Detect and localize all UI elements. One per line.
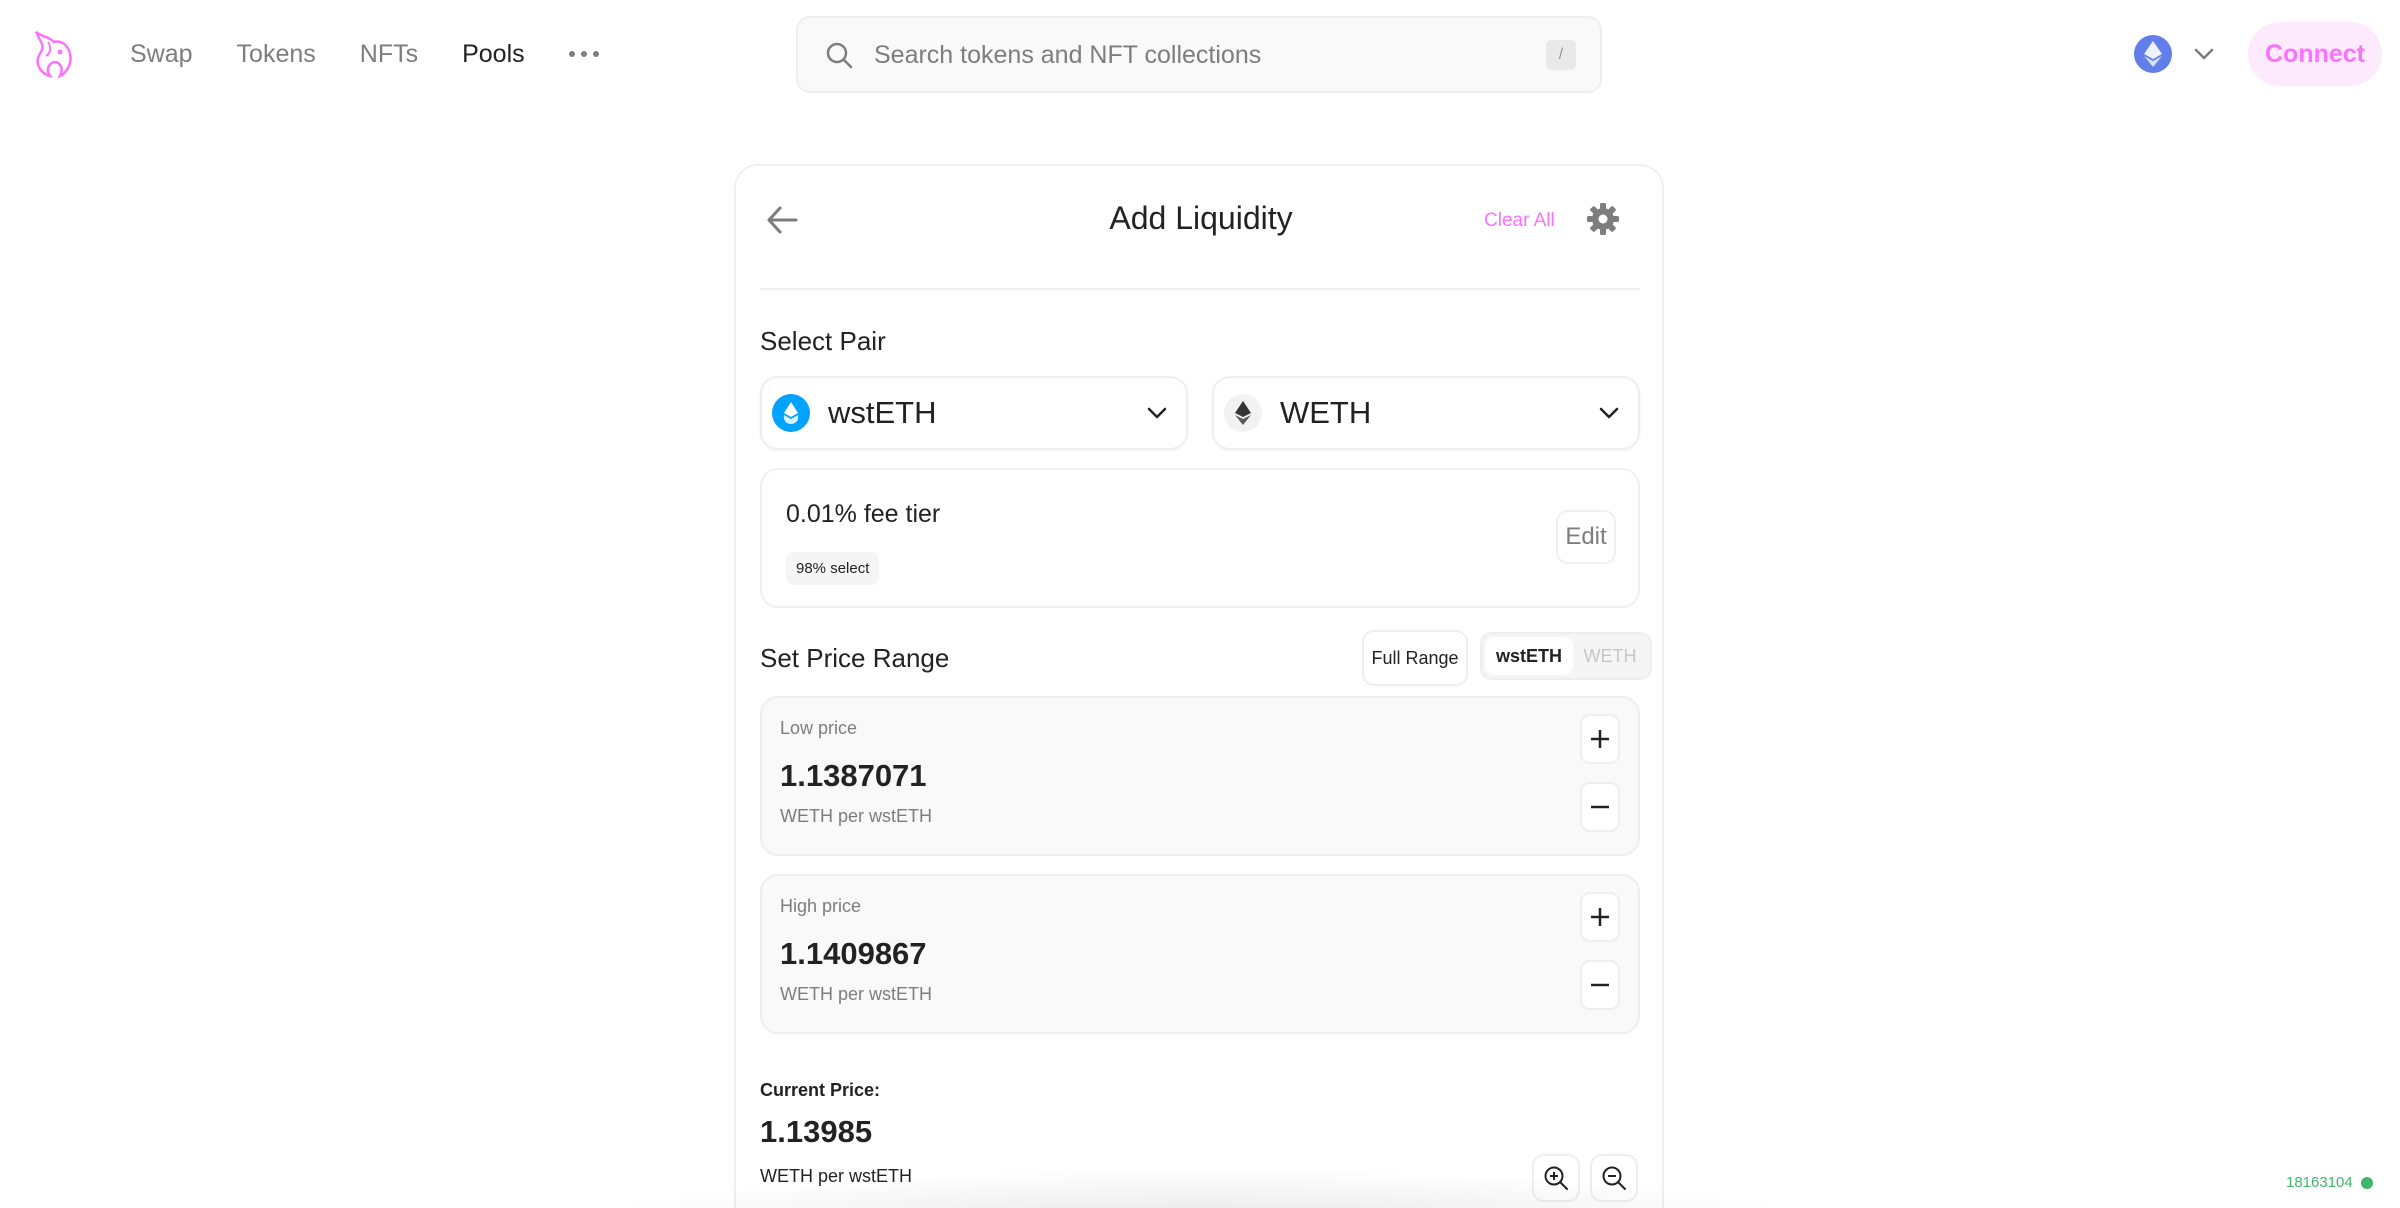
current-price-label: Current Price: — [760, 1080, 881, 1100]
select-pair-label: Select Pair — [760, 326, 886, 356]
nav-pools[interactable]: Pools — [462, 40, 525, 69]
nav-nfts[interactable]: NFTs — [360, 40, 418, 69]
zoom-in-icon — [1544, 1166, 1568, 1190]
token-b-select[interactable]: WETH — [1212, 376, 1640, 450]
top-nav: Swap Tokens NFTs Pools / Connect — [0, 0, 2400, 108]
minus-icon — [1591, 805, 1609, 809]
low-price-label: Low price — [780, 718, 858, 738]
search-icon — [826, 42, 853, 69]
high-price-input[interactable]: 1.1409867 — [780, 936, 927, 972]
uniswap-logo-icon[interactable] — [30, 28, 76, 80]
token-b-symbol: WETH — [1280, 395, 1372, 430]
search-bar[interactable]: / — [796, 16, 1602, 93]
current-price-value: 1.13985 — [760, 1114, 873, 1149]
plus-icon — [1591, 730, 1609, 748]
low-price-box: Low price 1.1387071 WETH per wstETH — [760, 696, 1640, 856]
set-price-range-label: Set Price Range — [760, 643, 950, 673]
plus-icon — [1591, 908, 1609, 926]
connect-button[interactable]: Connect — [2248, 22, 2382, 86]
fee-edit-button[interactable]: Edit — [1556, 510, 1616, 564]
full-range-button[interactable]: Full Range — [1362, 630, 1468, 686]
high-price-label: High price — [780, 896, 862, 916]
chevron-down-icon — [1599, 407, 1619, 419]
block-number-status[interactable]: 18163104 — [2286, 1174, 2373, 1191]
high-price-unit: WETH per wstETH — [780, 984, 933, 1004]
wsteth-icon — [772, 394, 810, 432]
fee-tier-box: 0.01% fee tier 98% select Edit — [760, 468, 1640, 608]
clear-all-button[interactable]: Clear All — [1484, 210, 1555, 232]
block-number: 18163104 — [2286, 1174, 2353, 1191]
token-a-select[interactable]: wstETH — [760, 376, 1188, 450]
chevron-down-icon — [2194, 48, 2214, 60]
nav-swap[interactable]: Swap — [130, 40, 193, 69]
current-price-unit: WETH per wstETH — [760, 1166, 913, 1186]
search-shortcut-key: / — [1546, 40, 1576, 70]
chevron-down-icon — [1147, 407, 1167, 419]
zoom-in-button[interactable] — [1532, 1154, 1580, 1202]
gear-icon[interactable] — [1586, 202, 1620, 236]
chain-selector[interactable] — [2134, 30, 2224, 78]
header-divider — [760, 288, 1640, 290]
zoom-out-icon — [1602, 1166, 1626, 1190]
high-price-decrease-button[interactable] — [1580, 960, 1620, 1010]
add-liquidity-card: Add Liquidity Clear All Select Pair wstE… — [734, 164, 1664, 1208]
fee-select-badge: 98% select — [786, 552, 880, 585]
toggle-wsteth[interactable]: wstETH — [1485, 637, 1573, 675]
fee-tier-title: 0.01% fee tier — [786, 500, 941, 528]
nav-tokens[interactable]: Tokens — [237, 40, 316, 69]
weth-icon — [1224, 394, 1262, 432]
ethereum-icon — [2134, 35, 2172, 73]
high-price-box: High price 1.1409867 WETH per wstETH — [760, 874, 1640, 1034]
search-input[interactable] — [874, 34, 1494, 76]
minus-icon — [1591, 983, 1609, 987]
low-price-input[interactable]: 1.1387071 — [780, 758, 927, 794]
denomination-toggle: wstETH WETH — [1480, 632, 1652, 680]
high-price-increase-button[interactable] — [1580, 892, 1620, 942]
low-price-increase-button[interactable] — [1580, 714, 1620, 764]
low-price-decrease-button[interactable] — [1580, 782, 1620, 832]
token-a-symbol: wstETH — [828, 395, 937, 430]
low-price-unit: WETH per wstETH — [780, 806, 933, 826]
status-dot-icon — [2360, 1176, 2373, 1189]
more-menu-icon[interactable] — [568, 39, 599, 69]
toggle-weth[interactable]: WETH — [1573, 637, 1647, 675]
zoom-out-button[interactable] — [1590, 1154, 1638, 1202]
